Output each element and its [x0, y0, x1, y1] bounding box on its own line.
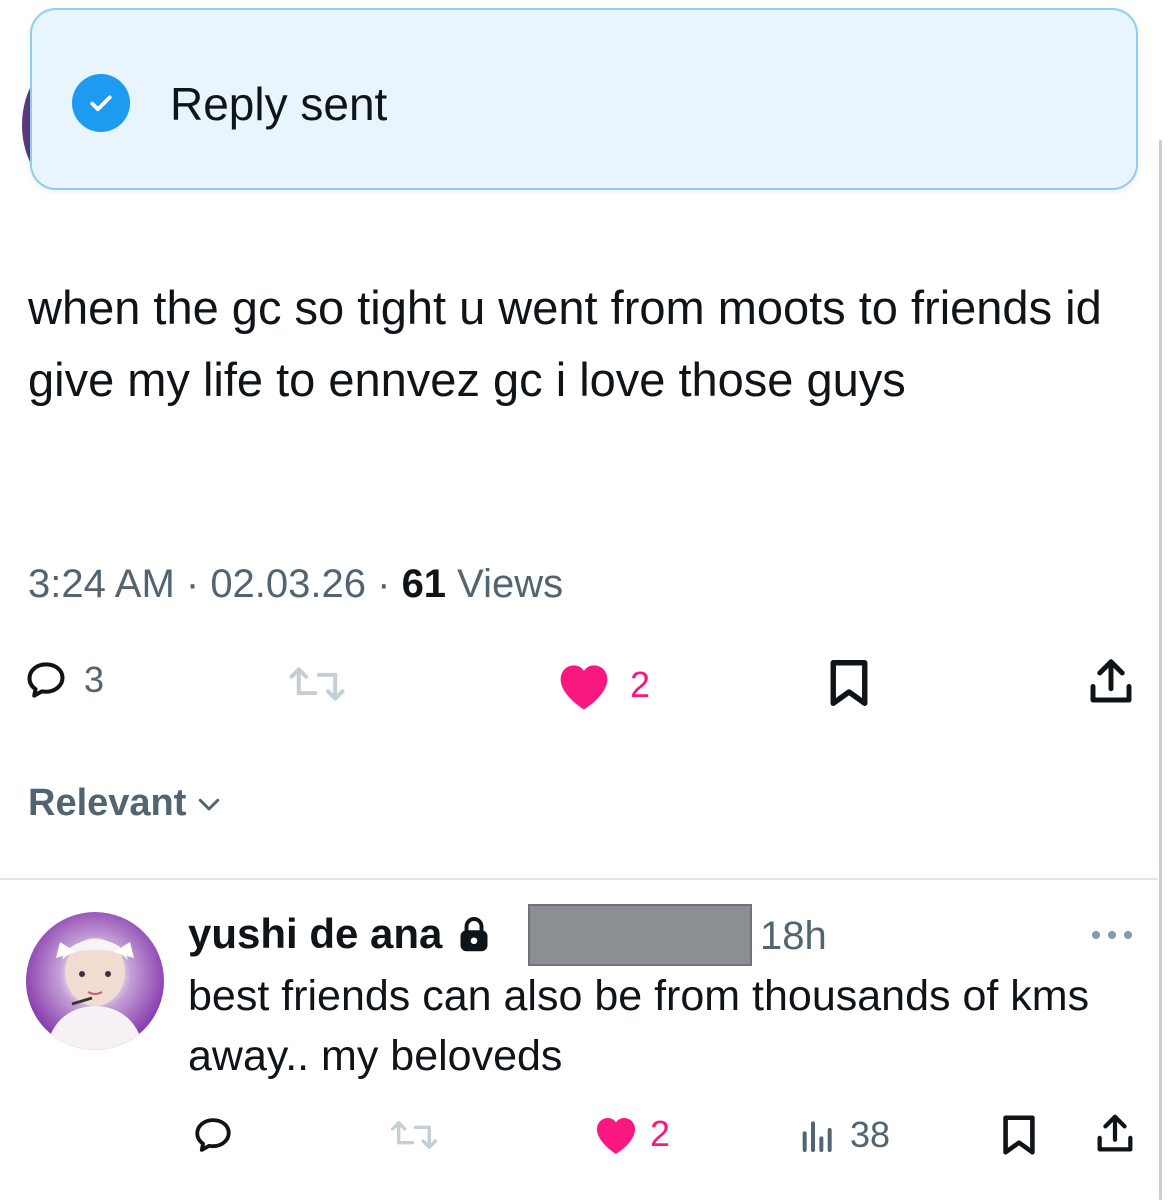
more-options-button[interactable]: [1088, 928, 1136, 947]
heart-filled-icon: [560, 665, 608, 710]
views-label: Views: [446, 562, 564, 606]
divider: [0, 878, 1158, 880]
reply-avatar[interactable]: [26, 912, 164, 1050]
redacted-handle: [528, 904, 752, 966]
reply-count: 3: [84, 659, 105, 700]
reply-sent-toast: Reply sent: [30, 8, 1138, 190]
toast-message: Reply sent: [170, 78, 388, 130]
tweet-time: 3:24 AM: [28, 562, 175, 606]
reply-author[interactable]: yushi de ana: [188, 908, 492, 960]
tweet-date: 02.03.26: [210, 562, 367, 606]
sort-replies-dropdown[interactable]: Relevant: [28, 782, 224, 825]
bookmark-button[interactable]: [822, 656, 876, 710]
like-button[interactable]: 2: [554, 658, 650, 712]
reply-reply-button[interactable]: [190, 1114, 252, 1156]
tweet-meta: 3:24 AM · 02.03.26 · 61 Views: [28, 560, 563, 608]
like-count: 2: [630, 664, 651, 705]
reply-share-button[interactable]: [1092, 1110, 1138, 1158]
retweet-icon: [390, 1121, 438, 1149]
reply-author-name: yushi de ana: [188, 910, 443, 957]
bookmark-icon: [1003, 1115, 1035, 1155]
reply-icon: [27, 662, 65, 698]
tweet-text: when the gc so tight u went from moots t…: [28, 281, 1102, 406]
meta-separator: ·: [174, 562, 211, 606]
views-count[interactable]: 61: [402, 562, 447, 606]
share-button[interactable]: [1084, 654, 1138, 710]
share-icon: [1090, 659, 1132, 703]
reply-icon: [195, 1118, 231, 1152]
reply-views-button[interactable]: 38: [798, 1114, 890, 1156]
reply-time: 18h: [760, 914, 827, 958]
sort-label: Relevant: [28, 782, 187, 824]
lock-icon: [460, 917, 488, 952]
heart-filled-icon: [597, 1118, 635, 1154]
chevron-down-icon: [199, 798, 220, 810]
reply-button[interactable]: 3: [24, 658, 104, 702]
bookmark-icon: [830, 660, 868, 706]
more-icon: [1092, 931, 1132, 939]
reply-like-count: 2: [650, 1113, 671, 1154]
retweet-button[interactable]: [286, 662, 364, 706]
reply-bookmark-button[interactable]: [996, 1112, 1042, 1158]
check-circle-icon: [72, 74, 130, 132]
retweet-icon: [289, 667, 345, 701]
scrollbar-thumb[interactable]: [1159, 140, 1162, 1200]
bar-chart-icon: [802, 1121, 832, 1152]
reply-text: best friends can also be from thousands …: [188, 972, 1090, 1080]
reply-retweet-button[interactable]: [388, 1116, 456, 1154]
reply-views-count: 38: [850, 1114, 891, 1155]
reply-like-button[interactable]: 2: [592, 1112, 670, 1156]
meta-separator: ·: [366, 562, 402, 606]
share-icon: [1097, 1114, 1133, 1152]
